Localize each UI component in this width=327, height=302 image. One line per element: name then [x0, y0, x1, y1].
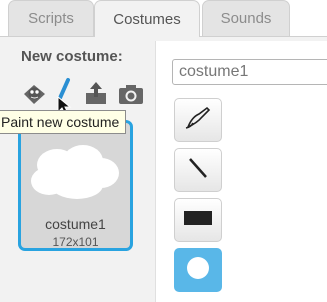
new-costume-label: New costume:: [21, 48, 123, 65]
tab-label: Scripts: [28, 10, 74, 27]
costume-size: 172x101: [52, 235, 99, 249]
ellipse-tool[interactable]: [174, 248, 222, 292]
upload-file-icon[interactable]: [83, 80, 109, 107]
paintbrush-tool-icon: [183, 105, 213, 136]
choose-from-library-icon[interactable]: [21, 80, 48, 107]
tab-label: Costumes: [113, 10, 181, 28]
costumes-panel: New costume: costume1 172x101 Paint new …: [0, 36, 327, 302]
tab-scripts[interactable]: Scripts: [8, 0, 94, 36]
costume-tile[interactable]: costume1 172x101: [18, 120, 133, 251]
paintbrush-tool[interactable]: [174, 98, 222, 142]
cloud-thumbnail: [27, 143, 124, 203]
tab-costumes[interactable]: Costumes: [94, 0, 200, 37]
line-tool-icon: [185, 155, 211, 186]
camera-icon[interactable]: [117, 82, 145, 106]
rectangle-tool[interactable]: [174, 198, 222, 242]
paint-brush-icon[interactable]: [52, 76, 80, 115]
paint-editor: [155, 41, 327, 302]
ellipse-tool-icon: [185, 255, 211, 286]
line-tool[interactable]: [174, 148, 222, 192]
tab-bar: Scripts Costumes Sounds: [0, 0, 327, 37]
costume-name-field[interactable]: [172, 59, 327, 85]
rectangle-tool-icon: [183, 210, 213, 231]
tab-sounds[interactable]: Sounds: [202, 0, 290, 36]
costume-name: costume1: [45, 216, 106, 232]
tab-label: Sounds: [220, 10, 272, 27]
tooltip: Paint new costume: [0, 110, 127, 134]
